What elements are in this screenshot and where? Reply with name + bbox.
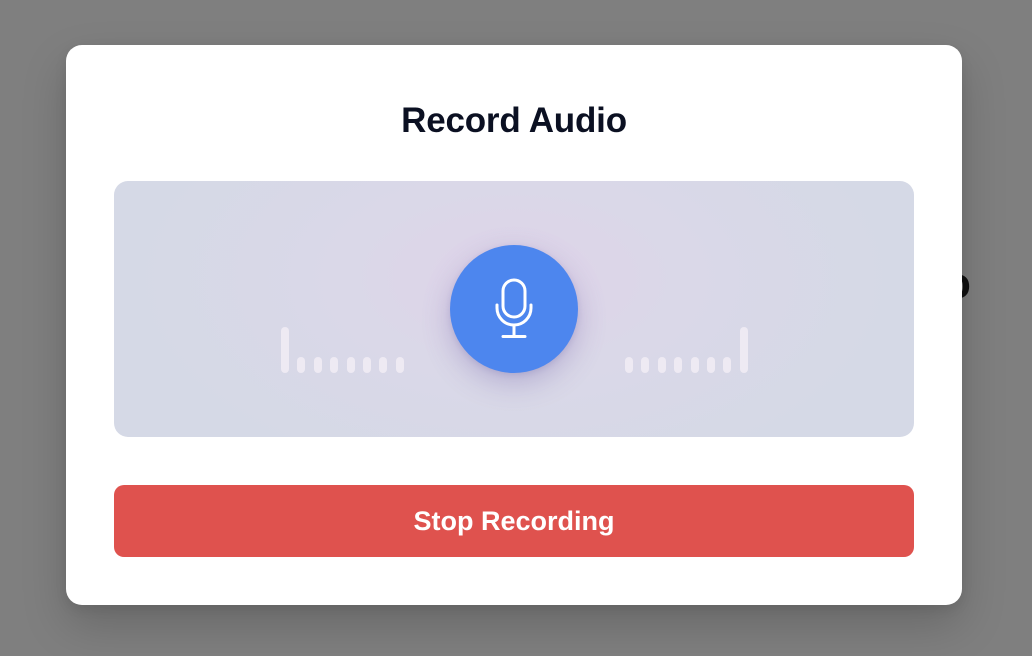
level-bar bbox=[281, 327, 289, 373]
level-bar bbox=[690, 357, 699, 373]
level-bar bbox=[707, 357, 715, 373]
right-level-meter bbox=[625, 327, 748, 373]
record-audio-dialog: Record Audio Stop Recording bbox=[66, 45, 962, 605]
microphone-icon bbox=[495, 278, 533, 338]
level-bar bbox=[330, 357, 339, 373]
dialog-title: Record Audio bbox=[401, 101, 627, 140]
level-bar bbox=[674, 357, 683, 373]
level-bar bbox=[346, 357, 355, 373]
level-bar bbox=[297, 357, 306, 373]
level-bar bbox=[641, 357, 650, 373]
level-bar bbox=[723, 357, 732, 373]
level-bar bbox=[625, 357, 633, 373]
stop-recording-button[interactable]: Stop Recording bbox=[114, 485, 914, 557]
level-bar bbox=[379, 357, 388, 373]
level-bar bbox=[363, 357, 371, 373]
microphone-button[interactable] bbox=[450, 245, 578, 373]
left-level-meter bbox=[281, 327, 404, 373]
level-bar bbox=[657, 357, 666, 373]
level-bar bbox=[395, 357, 404, 373]
recorder-panel bbox=[114, 181, 914, 437]
level-bar bbox=[313, 357, 322, 373]
level-bar bbox=[739, 327, 748, 373]
